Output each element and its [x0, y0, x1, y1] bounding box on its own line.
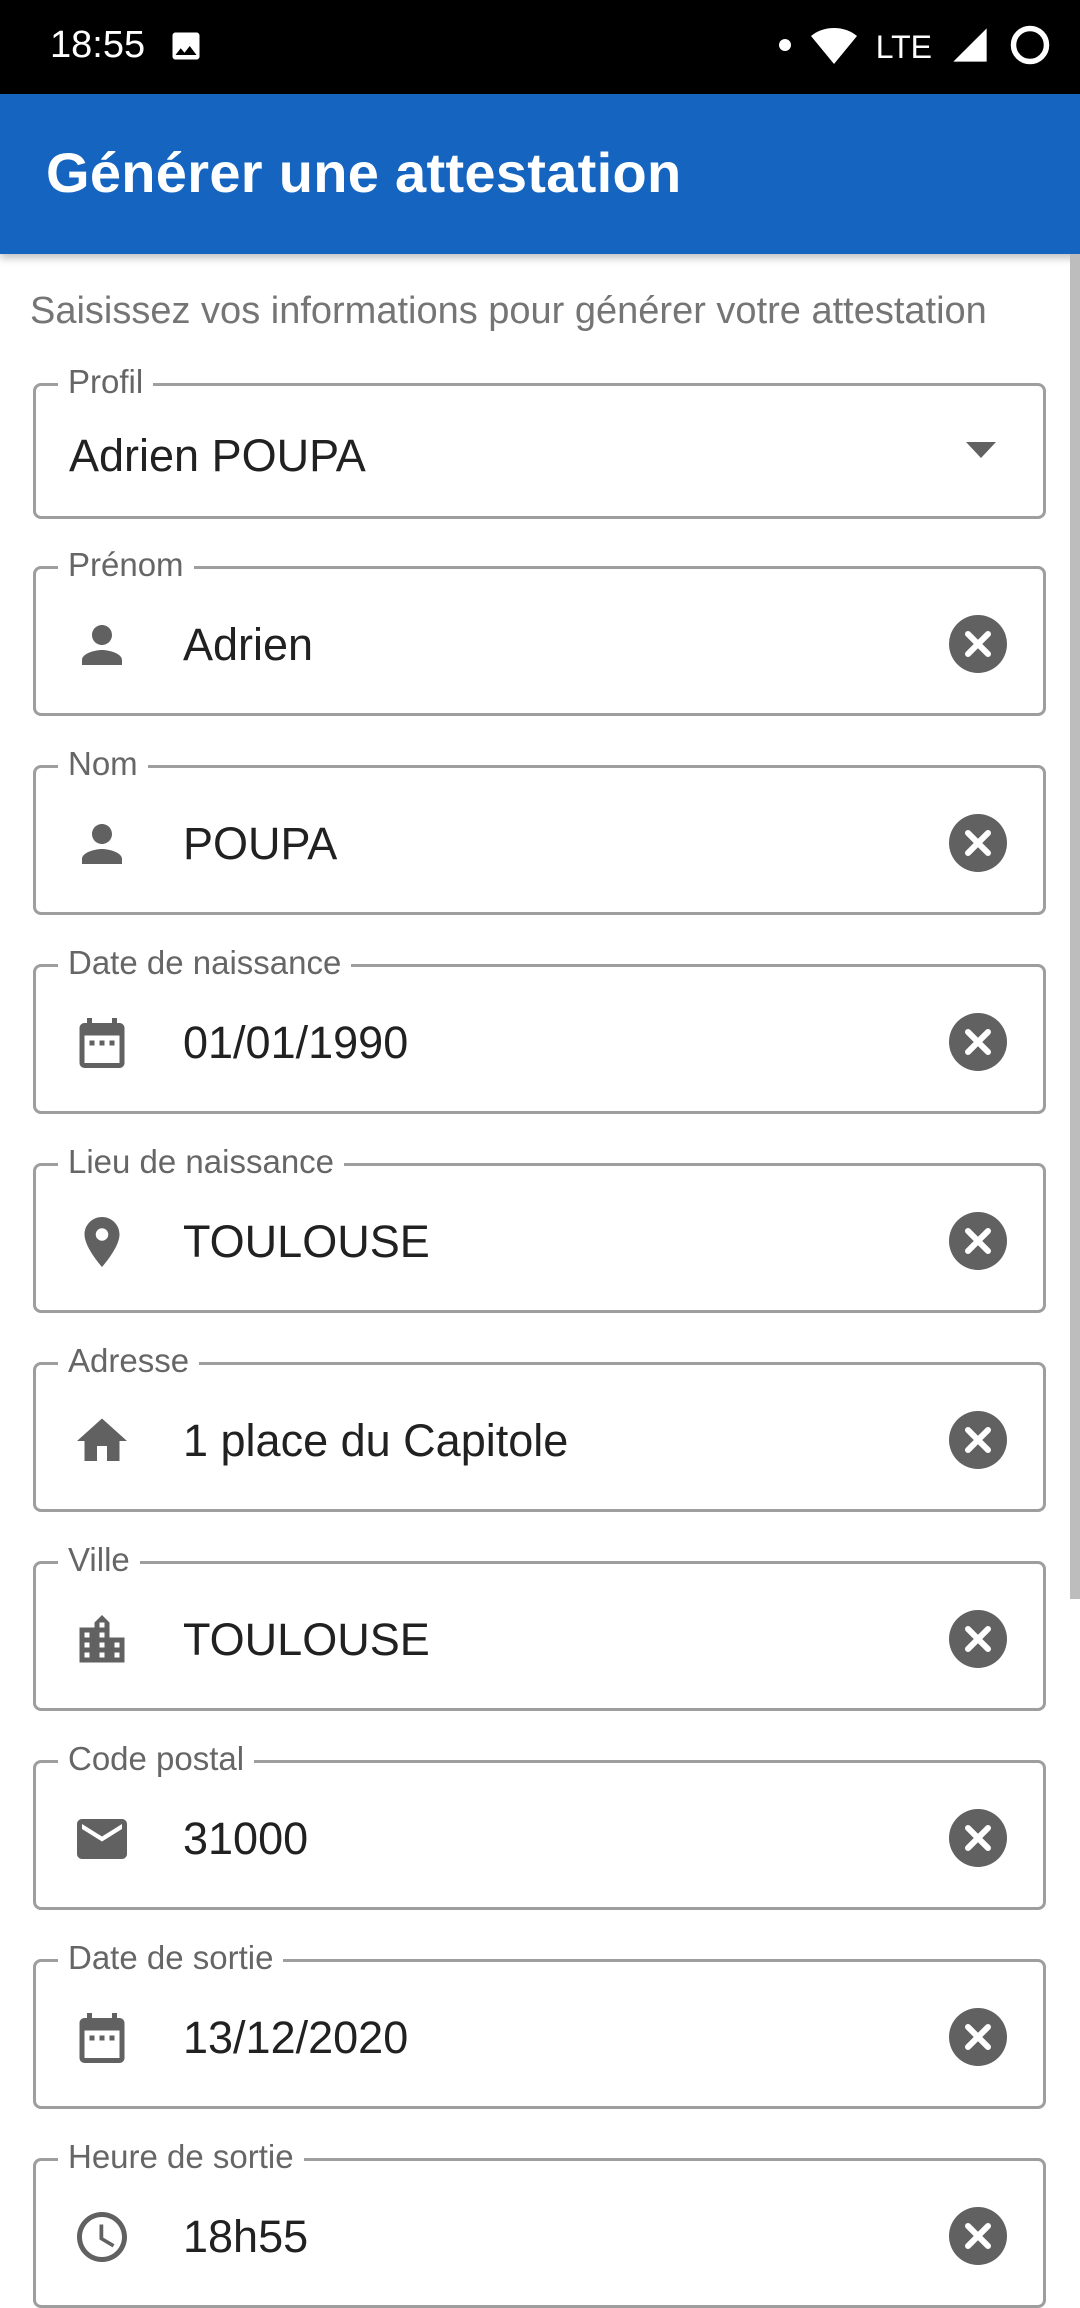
profile-label: Profil: [58, 362, 154, 402]
last-name-label: Nom: [58, 744, 148, 784]
postal-code-label: Code postal: [58, 1739, 255, 1779]
dot-icon: [778, 38, 792, 57]
dropdown-arrow-icon: [966, 442, 996, 463]
city-icon: [72, 1610, 132, 1670]
exit-time-field[interactable]: Heure de sortie 18h55: [33, 2137, 1046, 2308]
first-name-input[interactable]: Adrien: [183, 617, 313, 673]
clear-postal-code-button[interactable]: [949, 1809, 1007, 1867]
clear-address-button[interactable]: [949, 1411, 1007, 1469]
last-name-input[interactable]: POUPA: [183, 816, 337, 872]
profile-dropdown[interactable]: Profil Adrien POUPA: [33, 362, 1046, 519]
status-time: 18:55: [50, 24, 146, 66]
image-icon: [168, 28, 204, 69]
address-field[interactable]: Adresse 1 place du Capitole: [33, 1341, 1046, 1512]
signal-icon: [950, 25, 990, 70]
exit-time-input[interactable]: 18h55: [183, 2209, 308, 2265]
mail-icon: [72, 1809, 132, 1869]
location-pin-icon: [72, 1212, 132, 1272]
status-icons: LTE: [778, 18, 1052, 76]
first-name-label: Prénom: [58, 545, 194, 585]
scrollbar[interactable]: [1070, 254, 1080, 1599]
page-title: Générer une attestation: [46, 141, 682, 204]
clear-city-button[interactable]: [949, 1610, 1007, 1668]
exit-date-input[interactable]: 13/12/2020: [183, 2010, 408, 2066]
city-input[interactable]: TOULOUSE: [183, 1612, 430, 1668]
form-subtitle: Saisissez vos informations pour générer …: [30, 290, 987, 332]
birth-place-input[interactable]: TOULOUSE: [183, 1214, 430, 1270]
birth-date-label: Date de naissance: [58, 943, 352, 983]
birth-place-label: Lieu de naissance: [58, 1142, 345, 1182]
clear-birth-date-button[interactable]: [949, 1013, 1007, 1071]
postal-code-field[interactable]: Code postal 31000: [33, 1739, 1046, 1910]
address-input[interactable]: 1 place du Capitole: [183, 1413, 568, 1469]
calendar-icon: [72, 1013, 132, 1073]
clear-birth-place-button[interactable]: [949, 1212, 1007, 1270]
address-label: Adresse: [58, 1341, 200, 1381]
status-bar: 18:55 LTE: [0, 0, 1080, 94]
app-bar: Générer une attestation: [0, 94, 1080, 254]
city-label: Ville: [58, 1540, 140, 1580]
circle-icon: [1008, 23, 1052, 72]
person-icon: [72, 814, 132, 874]
clear-first-name-button[interactable]: [949, 615, 1007, 673]
wifi-icon: [810, 25, 858, 70]
home-icon: [72, 1411, 132, 1471]
first-name-field[interactable]: Prénom Adrien: [33, 545, 1046, 716]
exit-time-label: Heure de sortie: [58, 2137, 304, 2177]
exit-date-label: Date de sortie: [58, 1938, 284, 1978]
profile-value: Adrien POUPA: [69, 430, 366, 481]
birth-date-input[interactable]: 01/01/1990: [183, 1015, 408, 1071]
network-type: LTE: [875, 28, 932, 65]
clear-last-name-button[interactable]: [949, 814, 1007, 872]
clock-icon: [72, 2207, 132, 2267]
clear-exit-date-button[interactable]: [949, 2008, 1007, 2066]
clear-exit-time-button[interactable]: [949, 2207, 1007, 2265]
calendar-icon: [72, 2008, 132, 2068]
city-field[interactable]: Ville TOULOUSE: [33, 1540, 1046, 1711]
last-name-field[interactable]: Nom POUPA: [33, 744, 1046, 915]
person-icon: [72, 615, 132, 675]
birth-place-field[interactable]: Lieu de naissance TOULOUSE: [33, 1142, 1046, 1313]
birth-date-field[interactable]: Date de naissance 01/01/1990: [33, 943, 1046, 1114]
exit-date-field[interactable]: Date de sortie 13/12/2020: [33, 1938, 1046, 2109]
postal-code-input[interactable]: 31000: [183, 1811, 308, 1867]
